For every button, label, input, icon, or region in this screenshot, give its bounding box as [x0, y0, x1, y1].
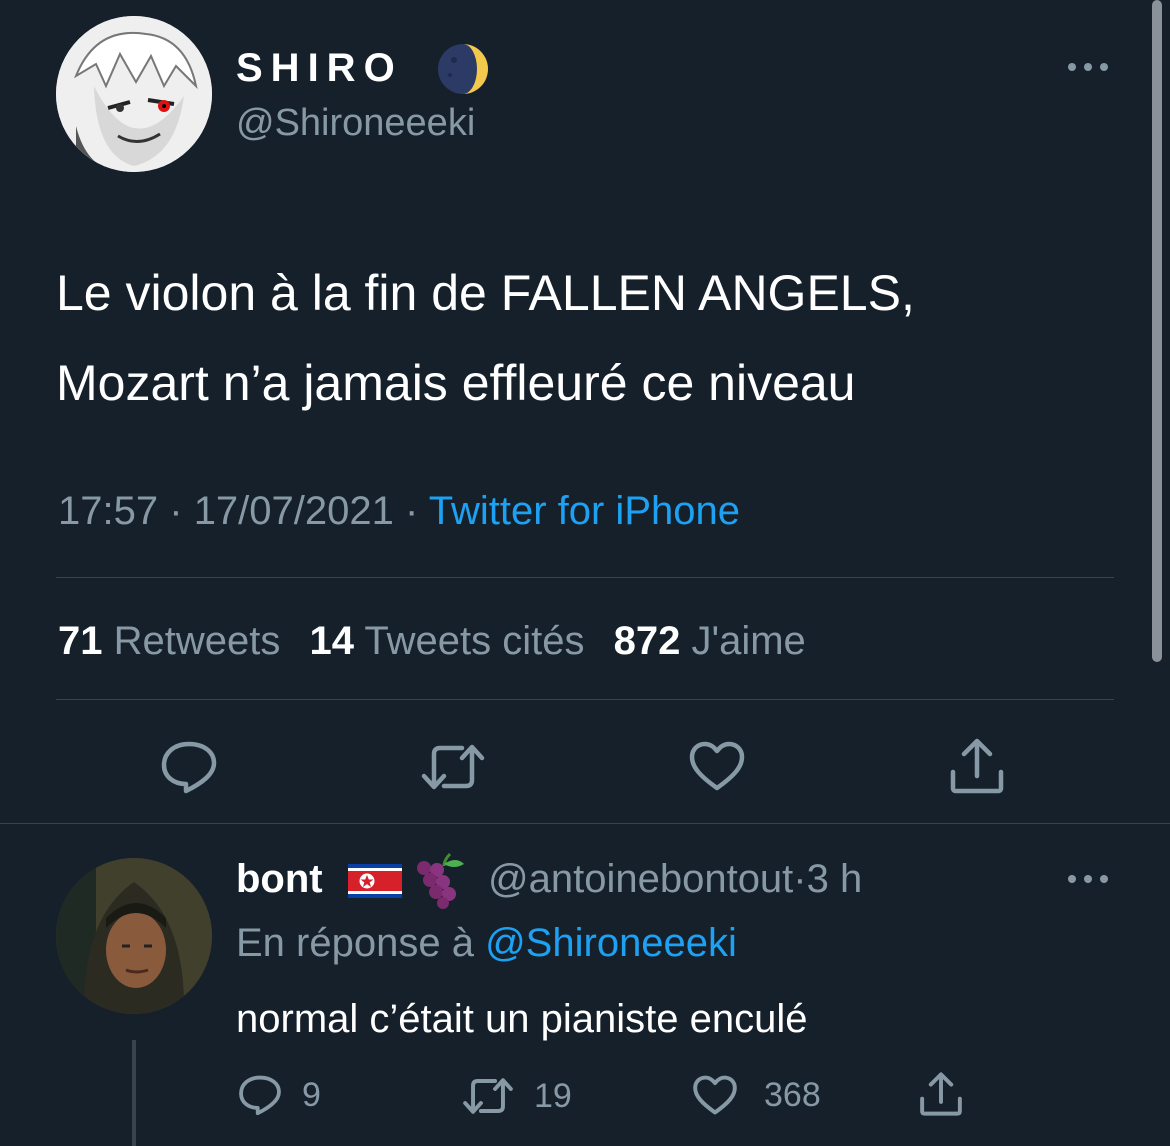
- retweet-icon[interactable]: [420, 742, 486, 792]
- reply-likes-count: 368: [764, 1075, 821, 1114]
- in-reply-to-handle-link[interactable]: @Shironeeeki: [485, 921, 737, 965]
- reply-icon: [238, 1074, 282, 1116]
- reply-thread-line: [132, 1040, 136, 1146]
- tweet-text-line-1: Le violon à la fin de FALLEN ANGELS,: [56, 265, 915, 321]
- meta-separator: ·: [405, 489, 419, 533]
- like-icon: [692, 1074, 738, 1116]
- retweets-label: Retweets: [113, 619, 281, 663]
- retweet-icon: [462, 1076, 514, 1116]
- meta-separator: ·: [793, 857, 807, 901]
- author-avatar[interactable]: [56, 16, 212, 172]
- author-handle[interactable]: @Shironeeeki: [236, 100, 475, 146]
- meta-separator: ·: [169, 489, 183, 533]
- reply-retweet-action[interactable]: 19: [462, 1076, 572, 1116]
- quotes-stat[interactable]: 14 Tweets cités: [310, 619, 585, 663]
- grapes-emoji-icon: [410, 850, 470, 915]
- divider: [0, 823, 1170, 824]
- more-dots-icon[interactable]: [1066, 58, 1110, 76]
- divider: [56, 577, 1114, 578]
- reply-like-action[interactable]: 368: [692, 1074, 821, 1116]
- share-icon[interactable]: [948, 738, 1006, 794]
- reply-time[interactable]: 3 h: [807, 857, 863, 901]
- likes-label: J'aime: [691, 619, 806, 663]
- reply-replies-count: 9: [302, 1075, 321, 1114]
- divider: [56, 699, 1114, 700]
- share-icon[interactable]: [918, 1072, 964, 1116]
- scrollbar-thumb[interactable]: [1152, 0, 1162, 662]
- likes-count: 872: [613, 619, 681, 663]
- reply-author-display-name[interactable]: bont: [236, 854, 323, 904]
- moon-emoji-icon: [436, 42, 490, 101]
- in-reply-to-label: En réponse à: [236, 921, 474, 965]
- reply-meta: @antoinebontout·3 h: [488, 854, 862, 904]
- tweet-time[interactable]: 17:57: [58, 489, 158, 533]
- tweet-stats: 71 Retweets 14 Tweets cités 872 J'aime: [58, 616, 806, 666]
- retweets-stat[interactable]: 71 Retweets: [58, 619, 280, 663]
- in-reply-to: En réponse à @Shironeeeki: [236, 918, 737, 968]
- retweets-count: 71: [58, 619, 103, 663]
- tweet-source-link[interactable]: Twitter for iPhone: [429, 489, 740, 533]
- like-icon[interactable]: [688, 740, 746, 792]
- reply-reply-action[interactable]: 9: [238, 1074, 321, 1116]
- reply-icon[interactable]: [160, 740, 218, 794]
- author-display-name[interactable]: SHIRO: [236, 44, 403, 92]
- likes-stat[interactable]: 872 J'aime: [614, 619, 806, 663]
- tweet-text-line-2: Mozart n’a jamais effleuré ce niveau: [56, 355, 856, 411]
- reply-text: normal c’était un pianiste enculé: [236, 997, 808, 1041]
- anime-avatar-icon: [56, 16, 212, 172]
- north-korea-flag-emoji-icon: [348, 864, 402, 903]
- reply-retweets-count: 19: [534, 1076, 572, 1115]
- reply-author-avatar[interactable]: [56, 858, 212, 1014]
- reply-author-handle[interactable]: @antoinebontout: [488, 857, 793, 901]
- tweet-text: Le violon à la fin de FALLEN ANGELS, Moz…: [56, 248, 915, 428]
- tweet-meta: 17:57 · 17/07/2021 · Twitter for iPhone: [58, 486, 740, 536]
- person-avatar-icon: [56, 858, 212, 1014]
- quotes-label: Tweets cités: [364, 619, 585, 663]
- quotes-count: 14: [309, 619, 355, 663]
- reply-more-dots-icon[interactable]: [1066, 870, 1110, 888]
- tweet-date[interactable]: 17/07/2021: [194, 489, 394, 533]
